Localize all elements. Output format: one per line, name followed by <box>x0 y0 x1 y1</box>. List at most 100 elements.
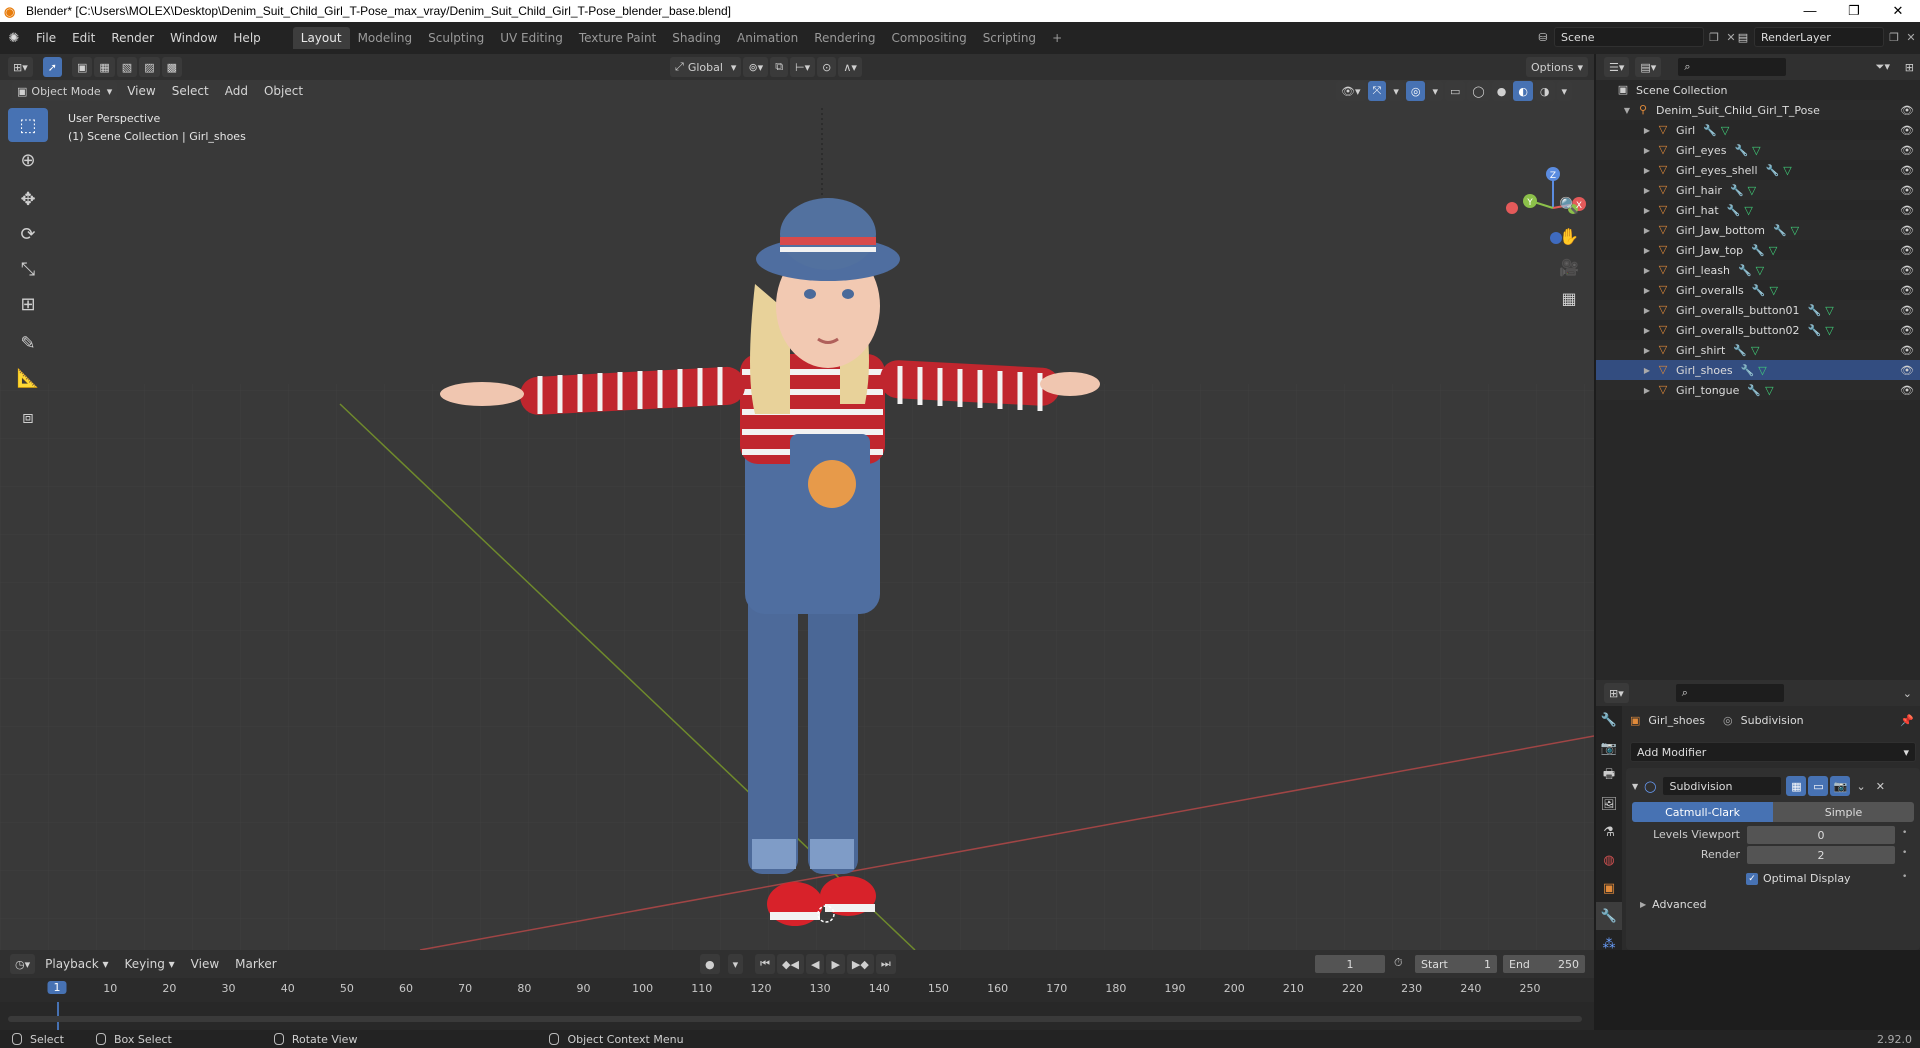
view-layer-field[interactable]: RenderLayer <box>1754 27 1884 47</box>
outliner-object-row[interactable]: ▶ ▽ Girl_overalls 🔧 ▽ 👁 <box>1596 280 1920 300</box>
scene-icon[interactable]: ⛁ <box>1532 31 1554 44</box>
eye-icon[interactable]: 👁 <box>1900 264 1914 277</box>
eye-icon[interactable]: 👁 <box>1900 384 1914 397</box>
outliner-object-row[interactable]: ▶ ▽ Girl 🔧 ▽ 👁 <box>1596 120 1920 140</box>
expand-icon[interactable]: ▶ <box>1642 386 1652 395</box>
timeline-ruler[interactable]: 1 10 20 30 40 50 60 70 80 90 100 110 120 130 140 150 160… <box>0 978 1594 1002</box>
scene-field[interactable]: Scene <box>1554 27 1704 47</box>
menu-edit[interactable]: Edit <box>64 27 103 49</box>
outliner-object-row[interactable]: ▶ ▽ Girl_hat 🔧 ▽ 👁 <box>1596 200 1920 220</box>
modifier-icon[interactable]: 🔧 <box>1752 284 1766 297</box>
mesh-data-icon[interactable]: ▽ <box>1748 184 1756 197</box>
eye-icon[interactable]: 👁 <box>1900 284 1914 297</box>
options-dropdown[interactable]: Options ▾ <box>1526 57 1588 77</box>
menu-file[interactable]: File <box>28 27 64 49</box>
outliner-root-row[interactable]: ▣ Scene Collection <box>1596 80 1920 100</box>
cursor-tool-icon[interactable]: ⊕ <box>8 143 48 177</box>
eye-icon[interactable]: 👁 <box>1900 184 1914 197</box>
outliner-search-input[interactable]: ⌕ <box>1677 57 1788 77</box>
tool-tab-icon[interactable]: 🔧 <box>1596 706 1622 734</box>
expand-icon[interactable]: ▶ <box>1642 366 1652 375</box>
outliner-object-row[interactable]: ▶ ▽ Girl_leash 🔧 ▽ 👁 <box>1596 260 1920 280</box>
render-toggle-icon[interactable]: 📷 <box>1830 776 1851 796</box>
tab-shading[interactable]: Shading <box>664 27 729 49</box>
mesh-data-icon[interactable]: ▽ <box>1769 284 1777 297</box>
maximize-button[interactable]: ❐ <box>1832 0 1876 22</box>
timeline-menu-keying[interactable]: Keying ▾ <box>117 957 183 971</box>
transform-tool-icon[interactable]: ⊞ <box>8 287 48 321</box>
keyframe-dot-icon[interactable]: • <box>1902 848 1907 858</box>
simple-button[interactable]: Simple <box>1773 802 1914 822</box>
jump-end-icon[interactable]: ⏭ <box>875 954 896 974</box>
play-reverse-icon[interactable]: ◀ <box>805 954 825 974</box>
mesh-data-icon[interactable]: ▽ <box>1791 224 1799 237</box>
view-layer-icon[interactable]: ▤ <box>1732 31 1754 44</box>
eye-icon[interactable]: 👁 <box>1900 364 1914 377</box>
tab-scripting[interactable]: Scripting <box>975 27 1044 49</box>
mesh-data-icon[interactable]: ▽ <box>1721 124 1729 137</box>
properties-editor-type-icon[interactable]: ⊞▾ <box>1604 683 1629 703</box>
eye-icon[interactable]: 👁 <box>1900 344 1914 357</box>
play-icon[interactable]: ▶ <box>826 954 845 974</box>
modifier-icon[interactable]: 🔧 <box>1773 224 1787 237</box>
scale-tool-icon[interactable]: ⤡ <box>8 252 48 286</box>
output-tab-icon[interactable]: 🖶 <box>1596 762 1622 790</box>
visibility-icon[interactable]: 👁▾ <box>1336 81 1366 101</box>
tab-compositing[interactable]: Compositing <box>883 27 974 49</box>
copy-view-layer-icon[interactable]: ❐ <box>1884 31 1904 44</box>
outliner-object-row[interactable]: ▶ ▽ Girl_hair 🔧 ▽ 👁 <box>1596 180 1920 200</box>
move-tool-icon[interactable]: ✥ <box>8 182 48 216</box>
overlays-toggle-icon[interactable]: ◎ <box>1405 81 1426 101</box>
gizmo-dropdown-icon[interactable]: ▾ <box>1388 81 1404 101</box>
timeline-body[interactable] <box>0 1002 1594 1030</box>
mesh-data-icon[interactable]: ▽ <box>1752 144 1760 157</box>
mesh-data-icon[interactable]: ▽ <box>1751 344 1759 357</box>
select-box-tool-icon[interactable]: ⬚ <box>8 108 48 142</box>
transform-orientation-dropdown[interactable]: ⤢ Global ▾ <box>670 57 742 77</box>
timeline-menu-view[interactable]: View <box>183 957 227 971</box>
perspective-toggle-icon[interactable]: ▦ <box>1554 283 1584 313</box>
mesh-data-icon[interactable]: ▽ <box>1744 204 1752 217</box>
outliner-collection-row[interactable]: ▼ ⚲ Denim_Suit_Child_Girl_T_Pose 👁 <box>1596 100 1920 120</box>
mesh-data-icon[interactable]: ▽ <box>1765 384 1773 397</box>
add-workspace-button[interactable]: + <box>1044 27 1070 49</box>
outliner-object-row[interactable]: ▶ ▽ Girl_shoes 🔧 ▽ 👁 <box>1596 360 1920 380</box>
annotate-tool-icon[interactable]: ✎ <box>8 326 48 360</box>
outliner-object-row[interactable]: ▶ ▽ Girl_shirt 🔧 ▽ 👁 <box>1596 340 1920 360</box>
display-mode-icon[interactable]: ▤▾ <box>1635 57 1662 77</box>
add-cube-tool-icon[interactable]: ⧈ <box>8 400 48 434</box>
expand-icon[interactable]: ▶ <box>1642 266 1652 275</box>
eye-icon[interactable]: 👁 <box>1900 164 1914 177</box>
filter-icon[interactable]: ⏷▾ <box>1876 60 1890 74</box>
expand-icon[interactable]: ▶ <box>1642 186 1652 195</box>
menu-help[interactable]: Help <box>225 27 268 49</box>
levels-viewport-field[interactable]: 0 <box>1746 825 1896 845</box>
world-tab-icon[interactable]: ◍ <box>1596 846 1622 874</box>
snap-icon[interactable]: ⧉ <box>770 57 789 77</box>
modifier-icon[interactable]: 🔧 <box>1741 364 1755 377</box>
expand-icon[interactable]: ▶ <box>1642 126 1652 135</box>
record-icon[interactable]: ● <box>700 954 720 974</box>
expand-icon[interactable]: ▶ <box>1642 146 1652 155</box>
shading-dropdown-icon[interactable]: ▾ <box>1556 81 1573 101</box>
mesh-data-icon[interactable]: ▽ <box>1825 304 1833 317</box>
mesh-data-icon[interactable]: ▽ <box>1783 164 1791 177</box>
modifier-icon[interactable]: 🔧 <box>1727 204 1741 217</box>
timeline-editor-type-icon[interactable]: ◷▾ <box>10 954 36 974</box>
timeline-menu-playback[interactable]: Playback ▾ <box>37 957 116 971</box>
select-tool-icon[interactable]: ➚ <box>42 57 62 77</box>
optimal-display-checkbox[interactable]: ✓ Optimal Display <box>1746 872 1851 885</box>
menu-render[interactable]: Render <box>103 27 162 49</box>
eye-icon[interactable]: 👁 <box>1900 104 1914 117</box>
modifier-icon[interactable]: 🔧 <box>1808 304 1822 317</box>
new-collection-icon[interactable]: ⊞ <box>1905 61 1914 74</box>
pivot-point-icon[interactable]: ⊚▾ <box>743 57 769 77</box>
eye-icon[interactable]: 👁 <box>1900 124 1914 137</box>
stopwatch-icon[interactable]: ⏱ <box>1394 956 1403 970</box>
mesh-data-icon[interactable]: ▽ <box>1769 244 1777 257</box>
scene-tab-icon[interactable]: ⚗ <box>1596 818 1622 846</box>
remove-view-layer-icon[interactable]: ✕ <box>1904 31 1918 44</box>
current-frame-field[interactable]: 1 <box>1314 954 1386 974</box>
delete-modifier-icon[interactable]: ✕ <box>1876 780 1885 793</box>
blender-menu-icon[interactable]: ✺ <box>0 31 28 46</box>
